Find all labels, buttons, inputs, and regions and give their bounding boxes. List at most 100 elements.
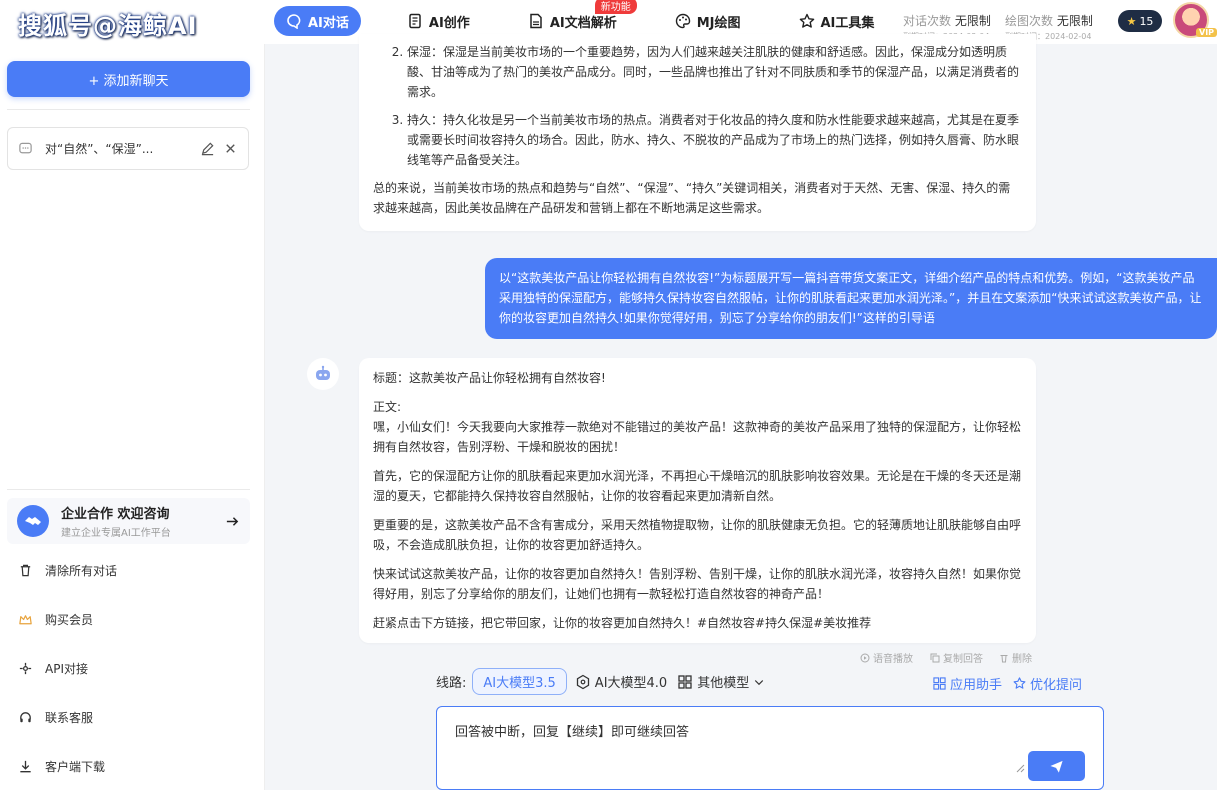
divider <box>7 109 250 110</box>
draw-quota-label: 绘图次数 <box>1005 14 1054 28</box>
reply-body-label: 正文: <box>373 400 402 414</box>
other-models-dropdown[interactable]: 其他模型 <box>677 672 765 691</box>
nav-label: MJ绘图 <box>696 15 741 31</box>
list-item: 保湿：保湿是当前美妆市场的一个重要趋势，因为人们越来越关注肌肤的健康和舒适感。因… <box>407 42 1022 102</box>
tool-label: 优化提问 <box>1030 678 1083 693</box>
nav-label: AI文档解析 <box>549 15 617 31</box>
reply-paragraph: 首先，它的保湿配方让你的肌肤看起来更加水润光泽，不再担心干燥暗沉的肌肤影响妆容效… <box>373 469 1022 503</box>
voice-play-button[interactable]: 语音播放 <box>860 650 913 665</box>
vip-badge: VIP <box>1196 28 1217 37</box>
nav-label: AI创作 <box>428 15 470 31</box>
sidebar: + 添加新聊天 对“自然”、“保湿”... 企业合作 欢迎咨询 建立企业专属AI… <box>0 44 265 790</box>
divider <box>7 489 250 490</box>
resize-grip-icon[interactable] <box>1015 763 1025 773</box>
chevron-down-icon <box>755 679 764 685</box>
action-label: 复制回答 <box>943 654 983 665</box>
chat-history-title: 对“自然”、“保湿”... <box>45 142 154 156</box>
model-option-4-0[interactable]: AI大模型4.0 <box>575 672 667 691</box>
play-icon <box>860 653 870 662</box>
nav-label: AI对话 <box>308 15 349 31</box>
app-helper-button[interactable]: 应用助手 <box>933 674 1002 693</box>
action-label: 删除 <box>1012 654 1032 665</box>
apps-icon <box>933 677 946 690</box>
message-input[interactable]: 回答被中断，回复【继续】即可继续回答 <box>455 721 1015 771</box>
reply-paragraph: 赶紧点击下方链接，把它带回家，让你的妆容更加自然持久！#自然妆容#持久保湿#美妆… <box>373 616 872 630</box>
menu-label: API对接 <box>45 661 88 676</box>
copy-answer-button[interactable]: 复制回答 <box>930 650 983 665</box>
coin-balance[interactable]: ★ 15 <box>1118 10 1162 32</box>
nav-ai-tools[interactable]: AI工具集 <box>787 6 887 36</box>
doc-icon <box>409 13 421 29</box>
delete-button[interactable]: 删除 <box>999 650 1032 665</box>
copy-icon <box>930 653 940 662</box>
model-route-selector: 线路: AI大模型3.5 AI大模型4.0 其他模型 <box>436 668 765 695</box>
contact-support[interactable]: 联系客服 <box>18 707 93 727</box>
hexagon-icon <box>576 674 589 689</box>
menu-label: 客户端下载 <box>45 759 106 774</box>
model-option-3-5[interactable]: AI大模型3.5 <box>472 668 567 695</box>
close-icon[interactable] <box>223 141 238 156</box>
chat-history-item[interactable]: 对“自然”、“保湿”... <box>7 127 249 170</box>
main-nav: AI对话 AI创作 AI文档解析 新功能 MJ绘图 AI工具集 <box>274 0 920 36</box>
menu-label: 购买会员 <box>45 612 94 627</box>
nav-ai-create[interactable]: AI创作 <box>395 6 482 36</box>
star-icon <box>799 13 814 28</box>
action-label: 语音播放 <box>873 654 913 665</box>
reply-paragraph: 更重要的是，这款美妆产品不含有害成分，采用天然植物提取物，让你的肌肤健康无负担。… <box>373 518 1022 552</box>
draw-quota-value: 无限制 <box>1056 14 1093 28</box>
chat-bubble-icon <box>19 142 32 154</box>
trash-icon <box>20 564 31 576</box>
clear-all-chats[interactable]: 清除所有对话 <box>18 560 117 580</box>
api-icon <box>19 662 32 674</box>
arrow-right-icon <box>226 516 239 526</box>
coin-star-icon: ★ <box>1126 14 1137 28</box>
menu-label: 联系客服 <box>45 710 94 725</box>
chat-quota-label: 对话次数 <box>903 14 952 28</box>
nav-ai-chat[interactable]: AI对话 <box>274 6 361 36</box>
route-label: 线路: <box>436 676 467 691</box>
buy-membership[interactable]: 购买会员 <box>18 609 93 629</box>
robot-icon <box>316 365 330 380</box>
edit-icon[interactable] <box>200 141 215 156</box>
client-download[interactable]: 客户端下载 <box>18 756 105 776</box>
crown-icon <box>19 614 32 624</box>
enterprise-card[interactable]: 企业合作 欢迎咨询 建立企业专属AI工作平台 <box>7 498 250 544</box>
enterprise-subtitle: 建立企业专属AI工作平台 <box>61 528 171 539</box>
palette-icon <box>675 13 690 29</box>
menu-label: 清除所有对话 <box>45 563 118 578</box>
nav-label: AI工具集 <box>820 15 875 31</box>
enterprise-title: 企业合作 欢迎咨询 <box>61 507 170 522</box>
list-item: 持久：持久化妆是另一个当前美妆市场的热点。消费者对于化妆品的持久度和防水性能要求… <box>407 110 1022 170</box>
chat-quota-value: 无限制 <box>954 14 991 28</box>
download-icon <box>20 760 31 772</box>
send-icon <box>1050 760 1063 773</box>
reply-title: 标题：这款美妆产品让你轻松拥有自然妆容! <box>373 371 606 385</box>
summary-text: 总的来说，当前美妆市场的热点和趋势与“自然”、“保湿”、“持久”关键词相关，消费… <box>373 181 1011 215</box>
bot-message: 标题：这款美妆产品让你轻松拥有自然妆容! 正文: 嘿，小仙女们！今天我要向大家推… <box>359 358 1036 643</box>
new-feature-badge: 新功能 <box>594 0 637 14</box>
reply-paragraph: 嘿，小仙女们！今天我要向大家推荐一款绝对不能错过的美妆产品！这款神奇的美妆产品采… <box>373 420 1022 454</box>
watermark-text: 搜狐号@海鲸AI <box>18 12 198 40</box>
reply-paragraph: 快来试试这款美妆产品，让你的妆容更加自然持久！告别浮粉、告别干燥，让你的肌肤水润… <box>373 567 1022 601</box>
coin-count: 15 <box>1139 14 1154 28</box>
model-label: AI大模型4.0 <box>594 676 668 691</box>
model-label: 其他模型 <box>697 676 750 691</box>
optimize-question-button[interactable]: 优化提问 <box>1013 674 1082 693</box>
send-button[interactable] <box>1028 751 1085 781</box>
pdf-icon <box>530 13 542 29</box>
message-input-box: 回答被中断，回复【继续】即可继续回答 <box>436 706 1104 790</box>
grid-icon <box>678 674 692 689</box>
star-icon <box>1013 677 1026 689</box>
nav-mj-draw[interactable]: MJ绘图 <box>663 6 753 36</box>
bot-avatar <box>307 358 339 390</box>
user-message: 以“这款美妆产品让你轻松拥有自然妆容!”为标题展开写一篇抖音带货文案正文，详细介… <box>485 258 1217 339</box>
add-new-chat-button[interactable]: + 添加新聊天 <box>7 61 250 97</box>
headset-icon <box>20 711 31 722</box>
nav-ai-doc-parse[interactable]: AI文档解析 新功能 <box>516 0 637 36</box>
handshake-icon <box>17 505 49 537</box>
chat-icon <box>287 14 301 29</box>
api-integration[interactable]: API对接 <box>18 658 88 678</box>
tool-label: 应用助手 <box>950 678 1003 693</box>
bot-message-previous: 保湿：保湿是当前美妆市场的一个重要趋势，因为人们越来越关注肌肤的健康和舒适感。因… <box>359 34 1036 231</box>
trash-icon <box>1000 654 1008 662</box>
